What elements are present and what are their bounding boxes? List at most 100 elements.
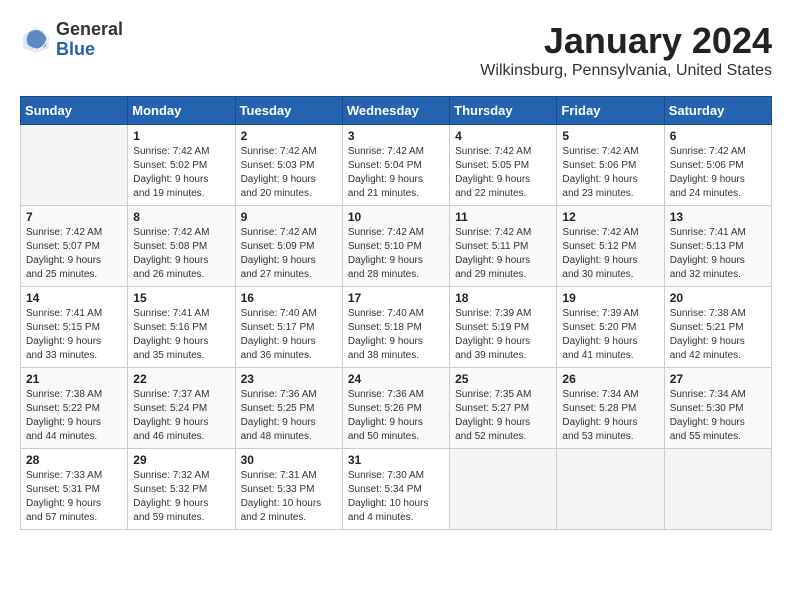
calendar-cell (21, 125, 128, 206)
day-info: Sunrise: 7:41 AM Sunset: 5:16 PM Dayligh… (133, 307, 229, 363)
weekday-header-wednesday: Wednesday (342, 97, 449, 125)
day-info: Sunrise: 7:35 AM Sunset: 5:27 PM Dayligh… (455, 388, 551, 444)
logo-blue: Blue (56, 40, 123, 60)
logo: General Blue (20, 20, 123, 60)
weekday-header-tuesday: Tuesday (235, 97, 342, 125)
logo-icon (20, 24, 52, 56)
calendar-cell: 3 Sunrise: 7:42 AM Sunset: 5:04 PM Daylig… (342, 125, 449, 206)
calendar-cell: 2Sunrise: 7:42 AM Sunset: 5:03 PM Daylig… (235, 125, 342, 206)
day-info: Sunrise: 7:36 AM Sunset: 5:26 PM Dayligh… (348, 388, 444, 444)
calendar: SundayMondayTuesdayWednesdayThursdayFrid… (20, 96, 772, 530)
calendar-cell: 18 Sunrise: 7:39 AM Sunset: 5:19 PM Dayli… (450, 287, 557, 368)
calendar-cell: 13 Sunrise: 7:41 AM Sunset: 5:13 PM Dayli… (664, 206, 771, 287)
day-number: 1 (133, 129, 229, 143)
day-info: Sunrise: 7:32 AM Sunset: 5:32 PM Dayligh… (133, 469, 229, 525)
calendar-cell: 25 Sunrise: 7:35 AM Sunset: 5:27 PM Dayli… (450, 368, 557, 449)
day-info: Sunrise: 7:42 AM Sunset: 5:07 PM Dayligh… (26, 226, 122, 282)
day-info: Sunrise: 7:42 AM Sunset: 5:08 PM Dayligh… (133, 226, 229, 282)
day-number: 25 (455, 372, 551, 386)
day-number: 3 (348, 129, 444, 143)
day-info: Sunrise: 7:38 AM Sunset: 5:22 PM Dayligh… (26, 388, 122, 444)
title-block: January 2024 Wilkinsburg, Pennsylvania, … (480, 20, 772, 80)
day-info: Sunrise: 7:39 AM Sunset: 5:19 PM Dayligh… (455, 307, 551, 363)
day-info: Sunrise: 7:37 AM Sunset: 5:24 PM Dayligh… (133, 388, 229, 444)
weekday-header-saturday: Saturday (664, 97, 771, 125)
calendar-cell: 21 Sunrise: 7:38 AM Sunset: 5:22 PM Dayli… (21, 368, 128, 449)
day-info: Sunrise: 7:31 AM Sunset: 5:33 PM Dayligh… (241, 469, 337, 525)
calendar-cell: 27Sunrise: 7:34 AM Sunset: 5:30 PM Dayli… (664, 368, 771, 449)
day-info: Sunrise: 7:42 AM Sunset: 5:05 PM Dayligh… (455, 145, 551, 201)
week-row-4: 28Sunrise: 7:33 AM Sunset: 5:31 PM Dayli… (21, 449, 772, 530)
day-info: Sunrise: 7:42 AM Sunset: 5:10 PM Dayligh… (348, 226, 444, 282)
calendar-cell: 30 Sunrise: 7:31 AM Sunset: 5:33 PM Dayli… (235, 449, 342, 530)
location: Wilkinsburg, Pennsylvania, United States (480, 62, 772, 80)
weekday-header-monday: Monday (128, 97, 235, 125)
day-number: 17 (348, 291, 444, 305)
calendar-cell: 31 Sunrise: 7:30 AM Sunset: 5:34 PM Dayli… (342, 449, 449, 530)
day-number: 31 (348, 453, 444, 467)
calendar-cell: 26Sunrise: 7:34 AM Sunset: 5:28 PM Dayli… (557, 368, 664, 449)
day-number: 9 (241, 210, 337, 224)
calendar-cell (450, 449, 557, 530)
day-info: Sunrise: 7:42 AM Sunset: 5:11 PM Dayligh… (455, 226, 551, 282)
calendar-cell: 14Sunrise: 7:41 AM Sunset: 5:15 PM Dayli… (21, 287, 128, 368)
calendar-cell: 20 Sunrise: 7:38 AM Sunset: 5:21 PM Dayli… (664, 287, 771, 368)
calendar-cell: 17 Sunrise: 7:40 AM Sunset: 5:18 PM Dayli… (342, 287, 449, 368)
day-info: Sunrise: 7:42 AM Sunset: 5:03 PM Dayligh… (241, 145, 337, 201)
logo-text: General Blue (56, 20, 123, 60)
day-number: 26 (562, 372, 658, 386)
day-number: 20 (670, 291, 766, 305)
calendar-cell: 4Sunrise: 7:42 AM Sunset: 5:05 PM Daylig… (450, 125, 557, 206)
calendar-cell: 12 Sunrise: 7:42 AM Sunset: 5:12 PM Dayli… (557, 206, 664, 287)
day-number: 19 (562, 291, 658, 305)
calendar-cell: 1 Sunrise: 7:42 AM Sunset: 5:02 PM Daylig… (128, 125, 235, 206)
page-header: General Blue January 2024 Wilkinsburg, P… (20, 20, 772, 80)
day-number: 15 (133, 291, 229, 305)
logo-general: General (56, 20, 123, 40)
day-number: 12 (562, 210, 658, 224)
day-info: Sunrise: 7:40 AM Sunset: 5:18 PM Dayligh… (348, 307, 444, 363)
calendar-cell: 22Sunrise: 7:37 AM Sunset: 5:24 PM Dayli… (128, 368, 235, 449)
day-number: 30 (241, 453, 337, 467)
calendar-cell: 5 Sunrise: 7:42 AM Sunset: 5:06 PM Daylig… (557, 125, 664, 206)
day-number: 29 (133, 453, 229, 467)
calendar-cell: 29 Sunrise: 7:32 AM Sunset: 5:32 PM Dayli… (128, 449, 235, 530)
day-info: Sunrise: 7:42 AM Sunset: 5:04 PM Dayligh… (348, 145, 444, 201)
day-number: 10 (348, 210, 444, 224)
day-info: Sunrise: 7:30 AM Sunset: 5:34 PM Dayligh… (348, 469, 444, 525)
day-number: 6 (670, 129, 766, 143)
day-number: 28 (26, 453, 122, 467)
calendar-cell: 19Sunrise: 7:39 AM Sunset: 5:20 PM Dayli… (557, 287, 664, 368)
day-info: Sunrise: 7:41 AM Sunset: 5:13 PM Dayligh… (670, 226, 766, 282)
day-number: 24 (348, 372, 444, 386)
calendar-cell: 11 Sunrise: 7:42 AM Sunset: 5:11 PM Dayli… (450, 206, 557, 287)
day-number: 14 (26, 291, 122, 305)
day-number: 11 (455, 210, 551, 224)
weekday-header-sunday: Sunday (21, 97, 128, 125)
day-number: 21 (26, 372, 122, 386)
day-number: 13 (670, 210, 766, 224)
day-number: 5 (562, 129, 658, 143)
day-info: Sunrise: 7:42 AM Sunset: 5:02 PM Dayligh… (133, 145, 229, 201)
day-info: Sunrise: 7:36 AM Sunset: 5:25 PM Dayligh… (241, 388, 337, 444)
day-info: Sunrise: 7:42 AM Sunset: 5:12 PM Dayligh… (562, 226, 658, 282)
day-info: Sunrise: 7:38 AM Sunset: 5:21 PM Dayligh… (670, 307, 766, 363)
day-info: Sunrise: 7:42 AM Sunset: 5:06 PM Dayligh… (670, 145, 766, 201)
calendar-header: SundayMondayTuesdayWednesdayThursdayFrid… (21, 97, 772, 125)
week-row-1: 7Sunrise: 7:42 AM Sunset: 5:07 PM Daylig… (21, 206, 772, 287)
day-number: 23 (241, 372, 337, 386)
calendar-cell: 6 Sunrise: 7:42 AM Sunset: 5:06 PM Daylig… (664, 125, 771, 206)
weekday-header-friday: Friday (557, 97, 664, 125)
calendar-cell (664, 449, 771, 530)
day-info: Sunrise: 7:34 AM Sunset: 5:30 PM Dayligh… (670, 388, 766, 444)
weekday-row: SundayMondayTuesdayWednesdayThursdayFrid… (21, 97, 772, 125)
week-row-0: 1 Sunrise: 7:42 AM Sunset: 5:02 PM Daylig… (21, 125, 772, 206)
day-number: 8 (133, 210, 229, 224)
day-number: 18 (455, 291, 551, 305)
day-info: Sunrise: 7:42 AM Sunset: 5:06 PM Dayligh… (562, 145, 658, 201)
weekday-header-thursday: Thursday (450, 97, 557, 125)
calendar-cell: 8 Sunrise: 7:42 AM Sunset: 5:08 PM Daylig… (128, 206, 235, 287)
calendar-cell: 15 Sunrise: 7:41 AM Sunset: 5:16 PM Dayli… (128, 287, 235, 368)
day-info: Sunrise: 7:40 AM Sunset: 5:17 PM Dayligh… (241, 307, 337, 363)
calendar-body: 1 Sunrise: 7:42 AM Sunset: 5:02 PM Daylig… (21, 125, 772, 530)
